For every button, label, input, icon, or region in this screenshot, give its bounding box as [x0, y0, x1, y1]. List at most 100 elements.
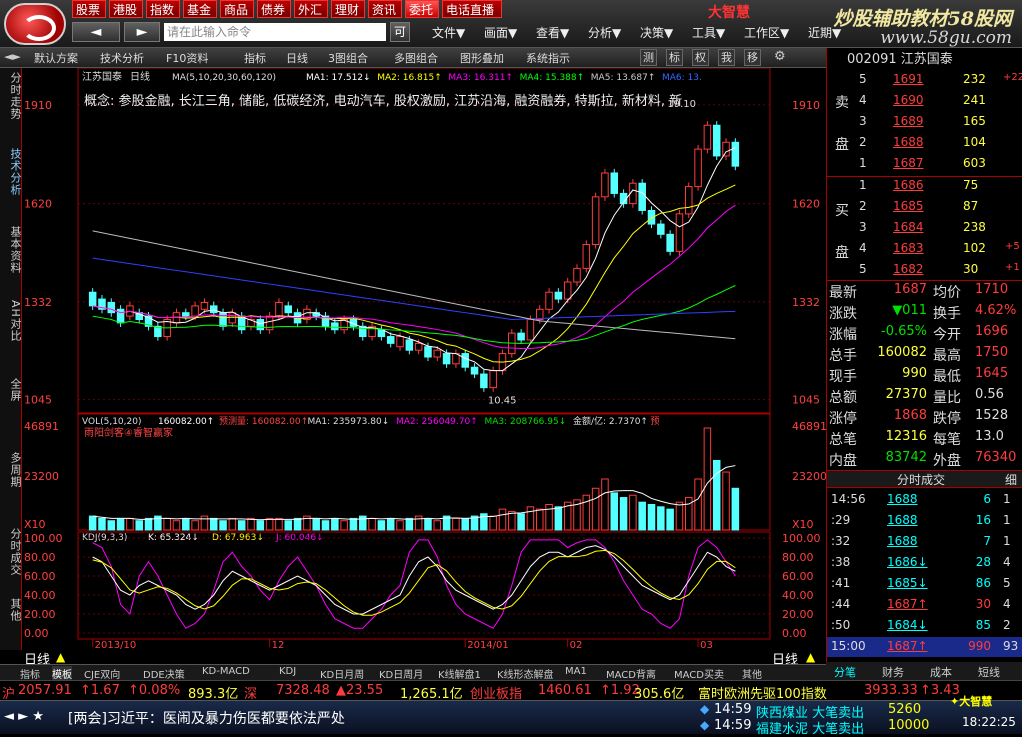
toolbar-item[interactable]: 系统指示 [526, 50, 570, 66]
stat-label: 每笔 [933, 432, 961, 448]
indicator-tab[interactable]: MA1 [565, 666, 587, 677]
left-tab[interactable]: AH对比 [1, 300, 22, 342]
toolbar-item[interactable]: 多图组合 [394, 50, 438, 66]
ask-price[interactable]: 1690 [893, 93, 924, 107]
toolbar-button[interactable]: 移 [744, 49, 761, 66]
toolbar-button[interactable]: 测 [640, 49, 657, 66]
quote-tab[interactable]: 短线 [978, 664, 1000, 680]
market-tab[interactable]: 港股 [109, 0, 143, 18]
period-toggle-icon-right[interactable]: ▲ [806, 650, 815, 664]
market-tab[interactable]: 外汇 [294, 0, 328, 18]
left-tab[interactable]: 全屏 [1, 378, 22, 402]
toolbar-button[interactable]: 我 [718, 49, 735, 66]
left-tabs: 分时走势技术分析基本资料 AH对比全屏多周期分时成交其他 [0, 68, 22, 650]
toolbar-item[interactable]: 日线 [286, 50, 308, 66]
ask-price[interactable]: 1689 [893, 114, 924, 128]
left-tab[interactable]: 其他 [1, 598, 22, 622]
indicator-tab[interactable]: MACD买卖 [674, 666, 724, 681]
market-tab[interactable]: 电话直播 [442, 0, 502, 18]
bid-price[interactable]: 1685 [893, 199, 924, 213]
news-headline[interactable]: [两会]习近平：医闹及暴力伤医都要依法严处 [68, 708, 345, 728]
bid-price[interactable]: 1684 [893, 220, 924, 234]
period-toggle-icon[interactable]: ▲ [56, 650, 65, 664]
indicator-tab[interactable]: DDE决策 [143, 666, 185, 681]
volume-bar [144, 517, 153, 531]
kdj-tick-right: 0.00 [782, 627, 807, 640]
bid-price[interactable]: 1686 [893, 178, 924, 192]
toolbar-gear-icon[interactable]: ⚙ [774, 49, 786, 64]
tick-time: 14:56 [831, 492, 866, 506]
left-tab[interactable]: 多周期 [1, 452, 22, 488]
quote-tab[interactable]: 成本 [930, 664, 952, 680]
tick-time: :50 [831, 618, 851, 632]
stat-label: 外盘 [933, 453, 961, 469]
market-tab[interactable]: 资讯 [368, 0, 402, 18]
candle-body [712, 124, 721, 157]
menu-item[interactable]: 分析▼ [588, 24, 621, 41]
quote-tab[interactable]: 分笔 [834, 664, 856, 680]
market-tab[interactable]: 指数 [146, 0, 180, 18]
news-scroll-icon[interactable]: ◄ ► ★ [4, 709, 44, 724]
toolbar-item[interactable]: 图形叠加 [460, 50, 504, 66]
toolbar-item[interactable]: 默认方案 [34, 50, 78, 66]
left-tab[interactable]: 分时走势 [1, 72, 22, 120]
toolbar-button[interactable]: 权 [692, 49, 709, 66]
command-input[interactable]: 请在此输入命令 [164, 23, 386, 41]
indicator-tab[interactable]: MACD背离 [606, 666, 656, 681]
ask-volume: 241 [963, 93, 986, 107]
volume-bar [265, 517, 274, 531]
indicator-tab[interactable]: 模板 [52, 666, 72, 681]
candle-body [526, 319, 535, 341]
indicator-tab[interactable]: CJE双向 [84, 666, 120, 681]
bid-volume: 87 [963, 199, 979, 213]
indicator-tab[interactable]: K线形态解盘 [497, 666, 554, 681]
toolbar-item[interactable]: 指标 [244, 50, 266, 66]
tick-price: 1688 [887, 492, 918, 506]
indicator-tab[interactable]: KD日周月 [379, 666, 423, 681]
toolbar-button[interactable]: 标 [666, 49, 683, 66]
market-tab[interactable]: 股票 [72, 0, 106, 18]
kdj-tick-right: 20.00 [782, 608, 814, 621]
left-tab[interactable]: 基本资料 [1, 226, 22, 274]
alert-text[interactable]: 福建水泥 大笔卖出 [756, 718, 864, 737]
ask-volume: 603 [963, 156, 986, 170]
toolbar-item[interactable]: 技术分析 [100, 50, 144, 66]
indicator-tab[interactable]: KD-MACD [202, 666, 250, 677]
market-tab[interactable]: 基金 [183, 0, 217, 18]
left-tab[interactable]: 技术分析 [1, 148, 22, 196]
quote-tab[interactable]: 财务 [882, 664, 904, 680]
back-button[interactable]: ◄ [72, 22, 120, 42]
toolbar-item[interactable]: 3图组合 [328, 50, 368, 66]
indicator-tab[interactable]: KD日月周 [320, 666, 364, 681]
command-go-button[interactable]: 可 [390, 22, 410, 42]
menu-item[interactable]: 查看▼ [536, 24, 569, 41]
market-tab[interactable]: 委托 [405, 0, 439, 18]
market-tab[interactable]: 理财 [331, 0, 365, 18]
app-logo[interactable] [4, 3, 66, 45]
ask-price[interactable]: 1691 [893, 72, 924, 86]
ask-price[interactable]: 1687 [893, 156, 924, 170]
indicator-tab[interactable]: K线解盘1 [438, 666, 481, 681]
indicator-tab[interactable]: KDJ [279, 666, 296, 677]
bid-price[interactable]: 1683 [893, 241, 924, 255]
volume-bar [452, 517, 460, 531]
forward-button[interactable]: ► [124, 22, 160, 42]
toolbar-item[interactable]: F10资料 [166, 50, 208, 66]
menu-item[interactable]: 画面▼ [484, 24, 517, 41]
candle-body [591, 196, 600, 246]
market-tab[interactable]: 债券 [257, 0, 291, 18]
indicator-tab[interactable]: 指标 [20, 666, 40, 681]
indicator-tab[interactable]: 其他 [742, 666, 762, 681]
kline-chart[interactable]: 1910 1910 1620 1620 1332 1332 1045 1045 江苏国泰 日线 MA… [22, 68, 826, 650]
bid-level: 4 [859, 241, 867, 255]
market-tab[interactable]: 商品 [220, 0, 254, 18]
dzh-logo[interactable]: ✦大智慧 [950, 693, 992, 709]
ticks-detail-button[interactable]: 细 [1005, 471, 1017, 488]
alert-time: 14:59 [714, 718, 752, 733]
left-tab[interactable]: 分时成交 [1, 528, 22, 576]
ask-price[interactable]: 1688 [893, 135, 924, 149]
stat-value: 1868 [893, 408, 927, 423]
menu-item[interactable]: 文件▼ [432, 24, 465, 41]
bid-price[interactable]: 1682 [893, 262, 924, 276]
toolbar-arrow-icon[interactable]: ◄► [4, 50, 21, 63]
